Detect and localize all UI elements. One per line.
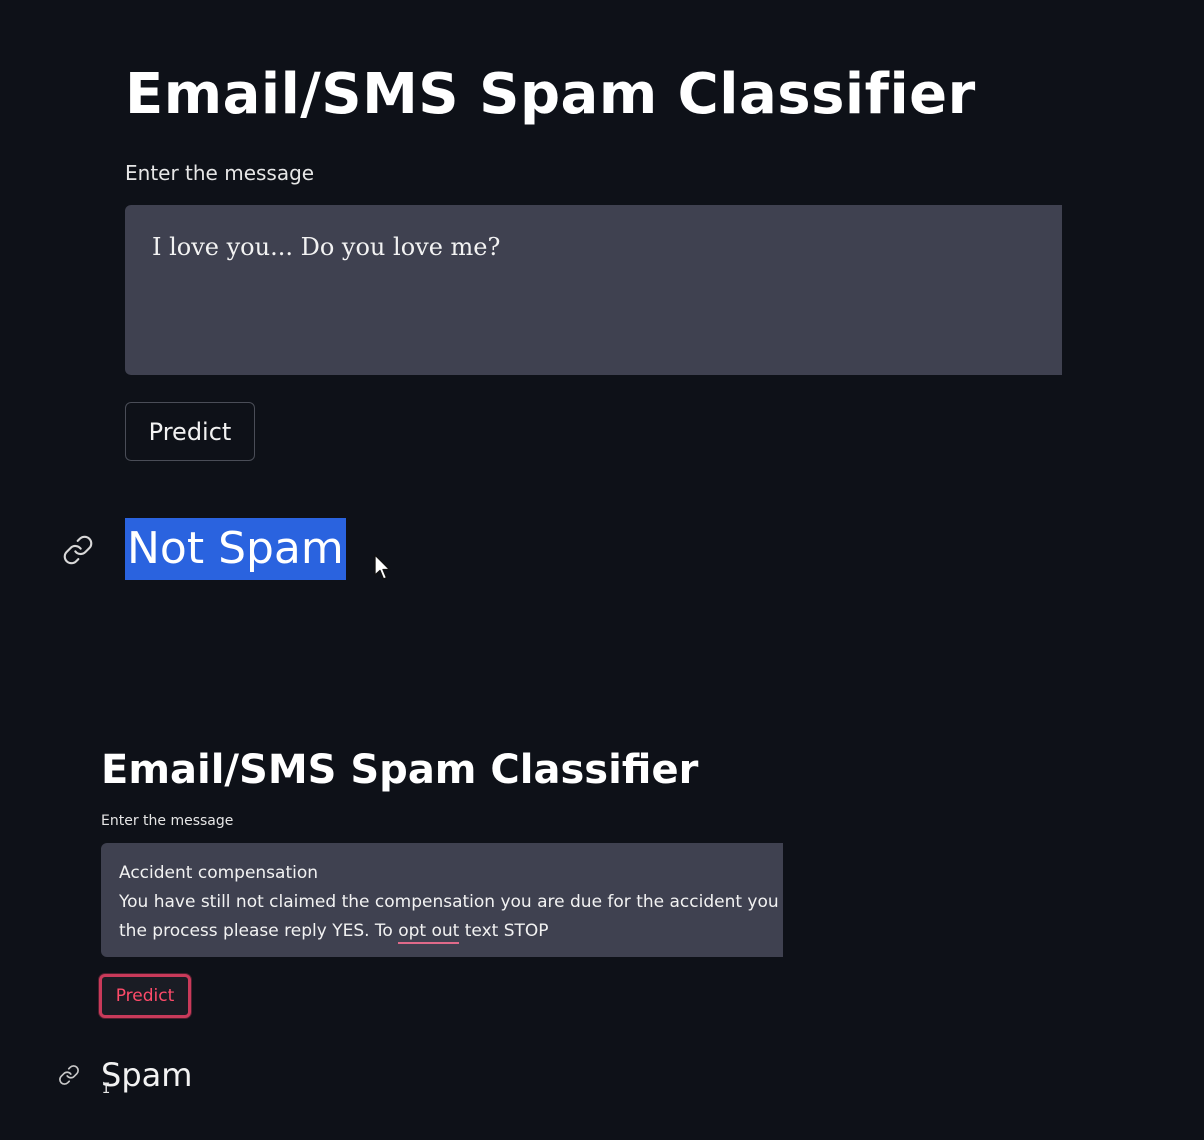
text-cursor-icon: I: [102, 1081, 111, 1097]
message-input-label: Enter the message: [101, 813, 234, 829]
message-input-label: Enter the message: [125, 161, 315, 185]
predict-button[interactable]: Predict: [99, 974, 191, 1018]
message-line: the process please reply YES. To opt out…: [119, 917, 765, 946]
predict-button[interactable]: Predict: [125, 402, 255, 461]
link-icon[interactable]: [62, 534, 94, 570]
message-textarea[interactable]: I love you... Do you love me?: [125, 205, 1062, 375]
message-text: the process please reply YES. To: [119, 921, 399, 941]
page-title: Email/SMS Spam Classifier: [101, 747, 699, 793]
message-textarea[interactable]: Accident compensation You have still not…: [101, 843, 783, 957]
spellcheck-underlined-text: opt out: [398, 921, 460, 944]
message-line: Accident compensation: [119, 863, 319, 883]
link-icon[interactable]: [58, 1064, 80, 1090]
message-line: You have still not claimed the compensat…: [119, 892, 783, 912]
message-text: text STOP: [459, 921, 549, 941]
page-title: Email/SMS Spam Classifier: [125, 62, 976, 127]
prediction-result: Not Spam: [125, 518, 346, 580]
prediction-result: Spam: [101, 1056, 193, 1094]
mouse-pointer-icon: [373, 554, 393, 586]
message-text: I love you... Do you love me?: [152, 233, 501, 261]
